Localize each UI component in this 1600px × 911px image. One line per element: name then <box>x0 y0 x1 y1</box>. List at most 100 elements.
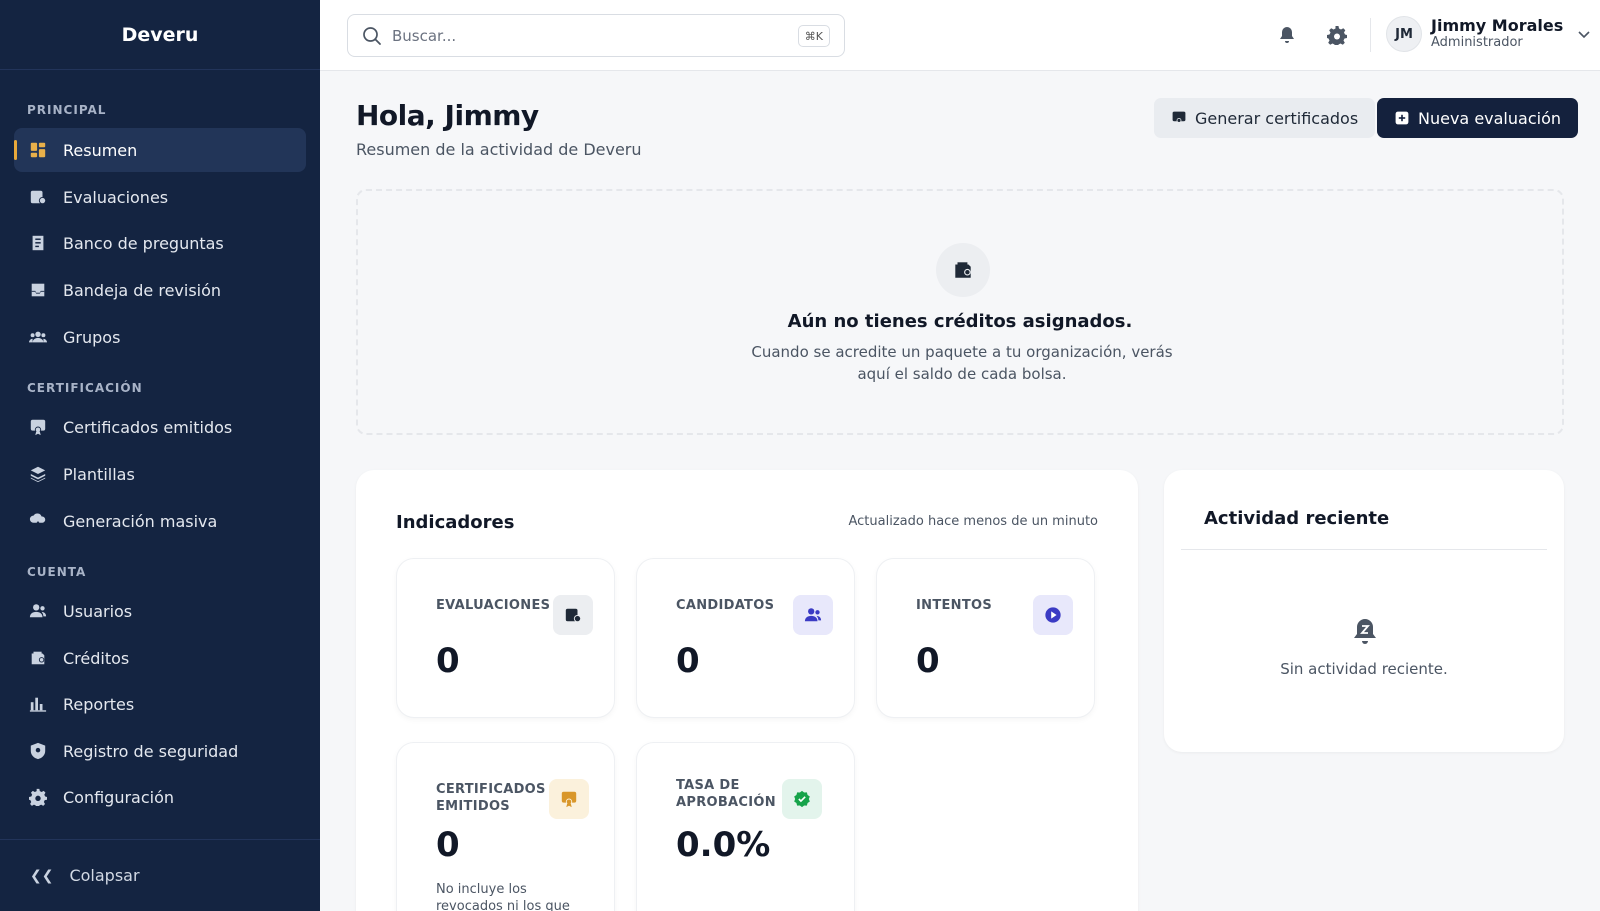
indicators-updated-text: Actualizado hace menos de un minuto <box>848 514 1098 529</box>
sidebar-item-label: Configuración <box>63 787 175 807</box>
assessment-icon <box>28 187 48 207</box>
credits-empty-state: Aún no tienes créditos asignados. Cuando… <box>356 189 1564 435</box>
stat-label: EVALUACIONES <box>436 598 551 613</box>
bell-snooze-icon <box>1354 619 1376 644</box>
new-evaluation-button[interactable]: Nueva evaluación <box>1377 98 1578 138</box>
credits-empty-title: Aún no tienes créditos asignados. <box>787 311 1133 332</box>
search-box[interactable]: ⌘K <box>347 14 845 57</box>
sidebar-item-certificados-emitidos[interactable]: Certificados emitidos <box>14 405 306 449</box>
page-subtitle: Resumen de la actividad de Deveru <box>356 140 642 159</box>
stat-label: INTENTOS <box>916 598 993 613</box>
user-role: Administrador <box>1431 34 1523 50</box>
sidebar-item-usuarios[interactable]: Usuarios <box>14 589 306 633</box>
settings-gear-icon[interactable] <box>1326 24 1348 46</box>
section-label-cuenta: CUENTA <box>27 565 87 579</box>
sidebar-item-bandeja-revision[interactable]: Bandeja de revisión <box>14 268 306 312</box>
collapse-label: Colapsar <box>69 866 140 885</box>
stat-card-candidatos: CANDIDATOS 0 <box>636 558 855 718</box>
indicators-title: Indicadores <box>396 512 515 533</box>
shield-icon <box>28 741 48 761</box>
sidebar-item-registro-seguridad[interactable]: Registro de seguridad <box>14 729 306 773</box>
stat-card-tasa-aprobacion: TASA DE APROBACIÓN 0.0% <box>636 742 855 911</box>
wallet-icon <box>28 648 48 668</box>
stat-label: CERTIFICADOS EMITIDOS <box>436 782 546 814</box>
sidebar-item-label: Usuarios <box>63 601 133 621</box>
double-chevron-left-icon: ❮❮ <box>30 867 54 884</box>
user-name: Jimmy Morales <box>1431 16 1564 36</box>
avatar: JM <box>1386 16 1422 52</box>
sidebar-item-label: Evaluaciones <box>63 187 169 207</box>
generate-certificates-button[interactable]: Generar certificados <box>1154 98 1376 138</box>
credits-empty-description: Cuando se acredite un paquete a tu organ… <box>751 343 1173 383</box>
sidebar-item-label: Certificados emitidos <box>63 417 233 437</box>
divider <box>1181 549 1547 550</box>
chevron-down-icon <box>1578 31 1590 39</box>
play-icon <box>1033 595 1073 635</box>
new-evaluation-label: Nueva evaluación <box>1418 108 1561 128</box>
user-menu[interactable]: JM Jimmy Morales Administrador <box>1386 16 1591 52</box>
bulk-generate-icon <box>28 511 48 531</box>
sidebar-item-label: Bandeja de revisión <box>63 280 222 300</box>
brand-logo[interactable]: Deveru <box>0 0 320 70</box>
sidebar-item-banco-preguntas[interactable]: Banco de preguntas <box>14 221 306 265</box>
collapse-sidebar-button[interactable]: ❮❮ Colapsar <box>0 839 320 911</box>
sidebar-item-label: Registro de seguridad <box>63 741 239 761</box>
stat-label: TASA DE APROBACIÓN <box>676 778 776 810</box>
certificate-icon <box>28 417 48 437</box>
sidebar-item-label: Grupos <box>63 327 121 347</box>
search-shortcut-badge: ⌘K <box>797 25 830 47</box>
search-icon <box>363 26 381 45</box>
notifications-bell-icon[interactable] <box>1276 24 1298 46</box>
sidebar-item-evaluaciones[interactable]: Evaluaciones <box>14 175 306 219</box>
sidebar-item-reportes[interactable]: Reportes <box>14 682 306 726</box>
recent-activity-panel: Actividad reciente Sin actividad recient… <box>1164 470 1564 752</box>
search-input[interactable] <box>392 26 772 45</box>
stat-value: 0 <box>436 641 460 681</box>
stat-value: 0 <box>436 825 460 865</box>
sidebar-item-label: Resumen <box>63 140 138 160</box>
stat-card-evaluaciones: EVALUACIONES 0 <box>396 558 615 718</box>
layers-icon <box>28 464 48 484</box>
users-icon <box>793 595 833 635</box>
sidebar-item-plantillas[interactable]: Plantillas <box>14 452 306 496</box>
stat-value: 0 <box>676 641 700 681</box>
stat-value: 0.0% <box>676 825 771 865</box>
users-icon <box>28 601 48 621</box>
stat-note: No incluye los revocados ni los que <box>436 882 570 911</box>
gear-icon <box>28 787 48 807</box>
question-bank-icon <box>28 233 48 253</box>
topbar-divider <box>1370 18 1371 52</box>
assessment-icon <box>553 595 593 635</box>
sidebar-item-label: Generación masiva <box>63 511 218 531</box>
page-title: Hola, Jimmy <box>356 99 539 132</box>
plus-square-icon <box>1395 111 1409 125</box>
section-label-certificacion: CERTIFICACIÓN <box>27 381 143 395</box>
stat-card-certificados-emitidos: CERTIFICADOS EMITIDOS 0 No incluye los r… <box>396 742 615 911</box>
sidebar-item-label: Plantillas <box>63 464 135 484</box>
sidebar-item-label: Reportes <box>63 694 135 714</box>
recent-activity-empty-text: Sin actividad reciente. <box>1280 660 1448 678</box>
check-badge-icon <box>782 779 822 819</box>
sidebar-item-generacion-masiva[interactable]: Generación masiva <box>14 499 306 543</box>
inbox-icon <box>28 280 48 300</box>
topbar: ⌘K JM Jimmy Morales Administrador <box>320 0 1600 71</box>
dashboard-icon <box>28 140 48 160</box>
sidebar-item-resumen[interactable]: Resumen <box>14 128 306 172</box>
certificate-icon <box>1172 111 1186 123</box>
sidebar-item-creditos[interactable]: Créditos <box>14 636 306 680</box>
recent-activity-title: Actividad reciente <box>1204 508 1390 529</box>
sidebar-item-grupos[interactable]: Grupos <box>14 315 306 359</box>
stat-label: CANDIDATOS <box>676 598 775 613</box>
certificate-icon <box>549 779 589 819</box>
main-content: Hola, Jimmy Resumen de la actividad de D… <box>320 71 1600 911</box>
sidebar-item-label: Banco de preguntas <box>63 233 224 253</box>
sidebar-item-configuracion[interactable]: Configuración <box>14 775 306 819</box>
stat-value: 0 <box>916 641 940 681</box>
bar-chart-icon <box>28 694 48 714</box>
groups-icon <box>28 327 48 347</box>
indicators-panel: Indicadores Actualizado hace menos de un… <box>356 470 1138 911</box>
sidebar-item-label: Créditos <box>63 648 130 668</box>
sidebar: Deveru PRINCIPAL Resumen Evaluaciones Ba… <box>0 0 320 911</box>
stat-card-intentos: INTENTOS 0 <box>876 558 1095 718</box>
generate-certificates-label: Generar certificados <box>1195 108 1359 128</box>
